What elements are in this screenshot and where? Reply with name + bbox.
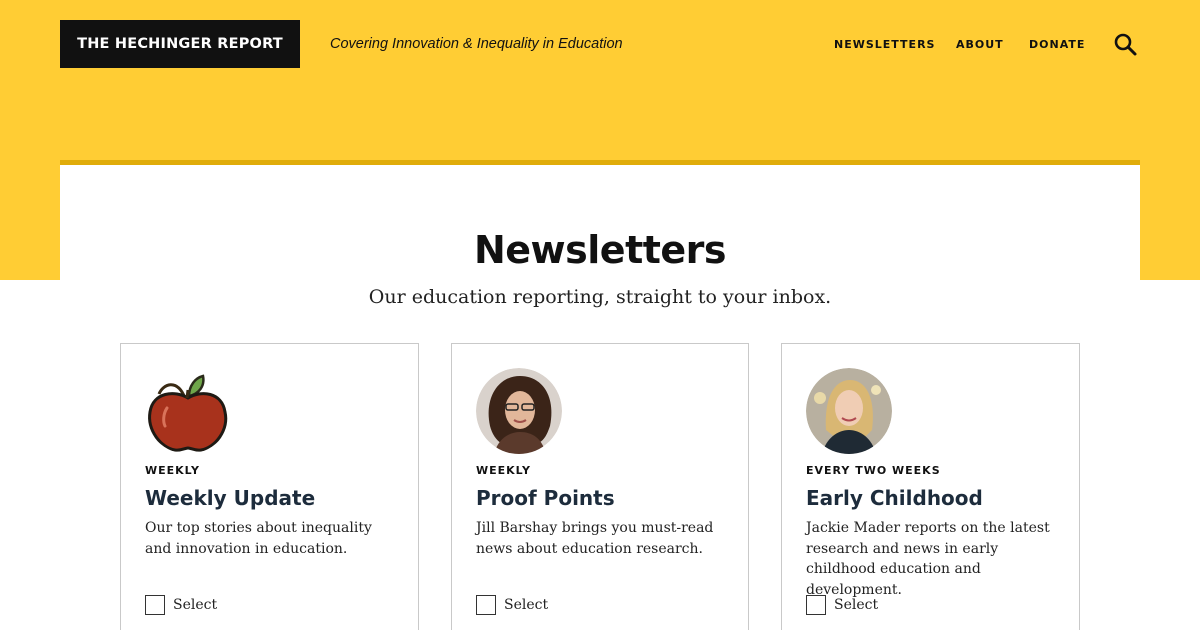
newsletter-description: Our top stories about inequality and inn… — [145, 520, 372, 557]
select-label: Select — [504, 597, 549, 613]
search-icon — [1114, 33, 1137, 56]
search-button[interactable] — [1112, 31, 1138, 57]
newsletter-description: Jackie Mader reports on the latest resea… — [806, 520, 1050, 598]
nav-donate-link[interactable]: DONATE — [1029, 38, 1085, 51]
frequency-label: WEEKLY — [476, 464, 531, 477]
newsletter-description: Jill Barshay brings you must-read news a… — [476, 520, 714, 557]
select-proof-points[interactable]: Select — [476, 595, 548, 615]
frequency-label: EVERY TWO WEEKS — [806, 464, 941, 477]
nav-about-link[interactable]: ABOUT — [956, 38, 1004, 51]
newsletter-card-weekly-update: WEEKLY Weekly Update Our top stories abo… — [120, 343, 419, 630]
apple-icon — [145, 368, 231, 454]
frequency-label: WEEKLY — [145, 464, 200, 477]
newsletter-title: Early Childhood — [806, 486, 983, 510]
page-subtitle: Our education reporting, straight to you… — [368, 286, 832, 308]
checkbox[interactable] — [806, 595, 826, 615]
site-logo[interactable]: THE HECHINGER REPORT — [60, 20, 300, 68]
select-label: Select — [173, 597, 218, 613]
page-title: Newsletters — [473, 228, 727, 272]
newsletter-card-early-childhood: EVERY TWO WEEKS Early Childhood Jackie M… — [781, 343, 1080, 630]
site-tagline: Covering Innovation & Inequality in Educ… — [330, 36, 623, 52]
checkbox[interactable] — [476, 595, 496, 615]
newsletter-title: Proof Points — [476, 486, 615, 510]
select-label: Select — [834, 597, 879, 613]
checkbox[interactable] — [145, 595, 165, 615]
select-weekly-update[interactable]: Select — [145, 595, 217, 615]
nav-newsletters-link[interactable]: NEWSLETTERS — [834, 38, 935, 51]
author-photo — [476, 368, 562, 454]
select-early-childhood[interactable]: Select — [806, 595, 878, 615]
author-photo — [806, 368, 892, 454]
newsletter-card-proof-points: WEEKLY Proof Points Jill Barshay brings … — [451, 343, 749, 630]
newsletter-title: Weekly Update — [145, 486, 316, 510]
